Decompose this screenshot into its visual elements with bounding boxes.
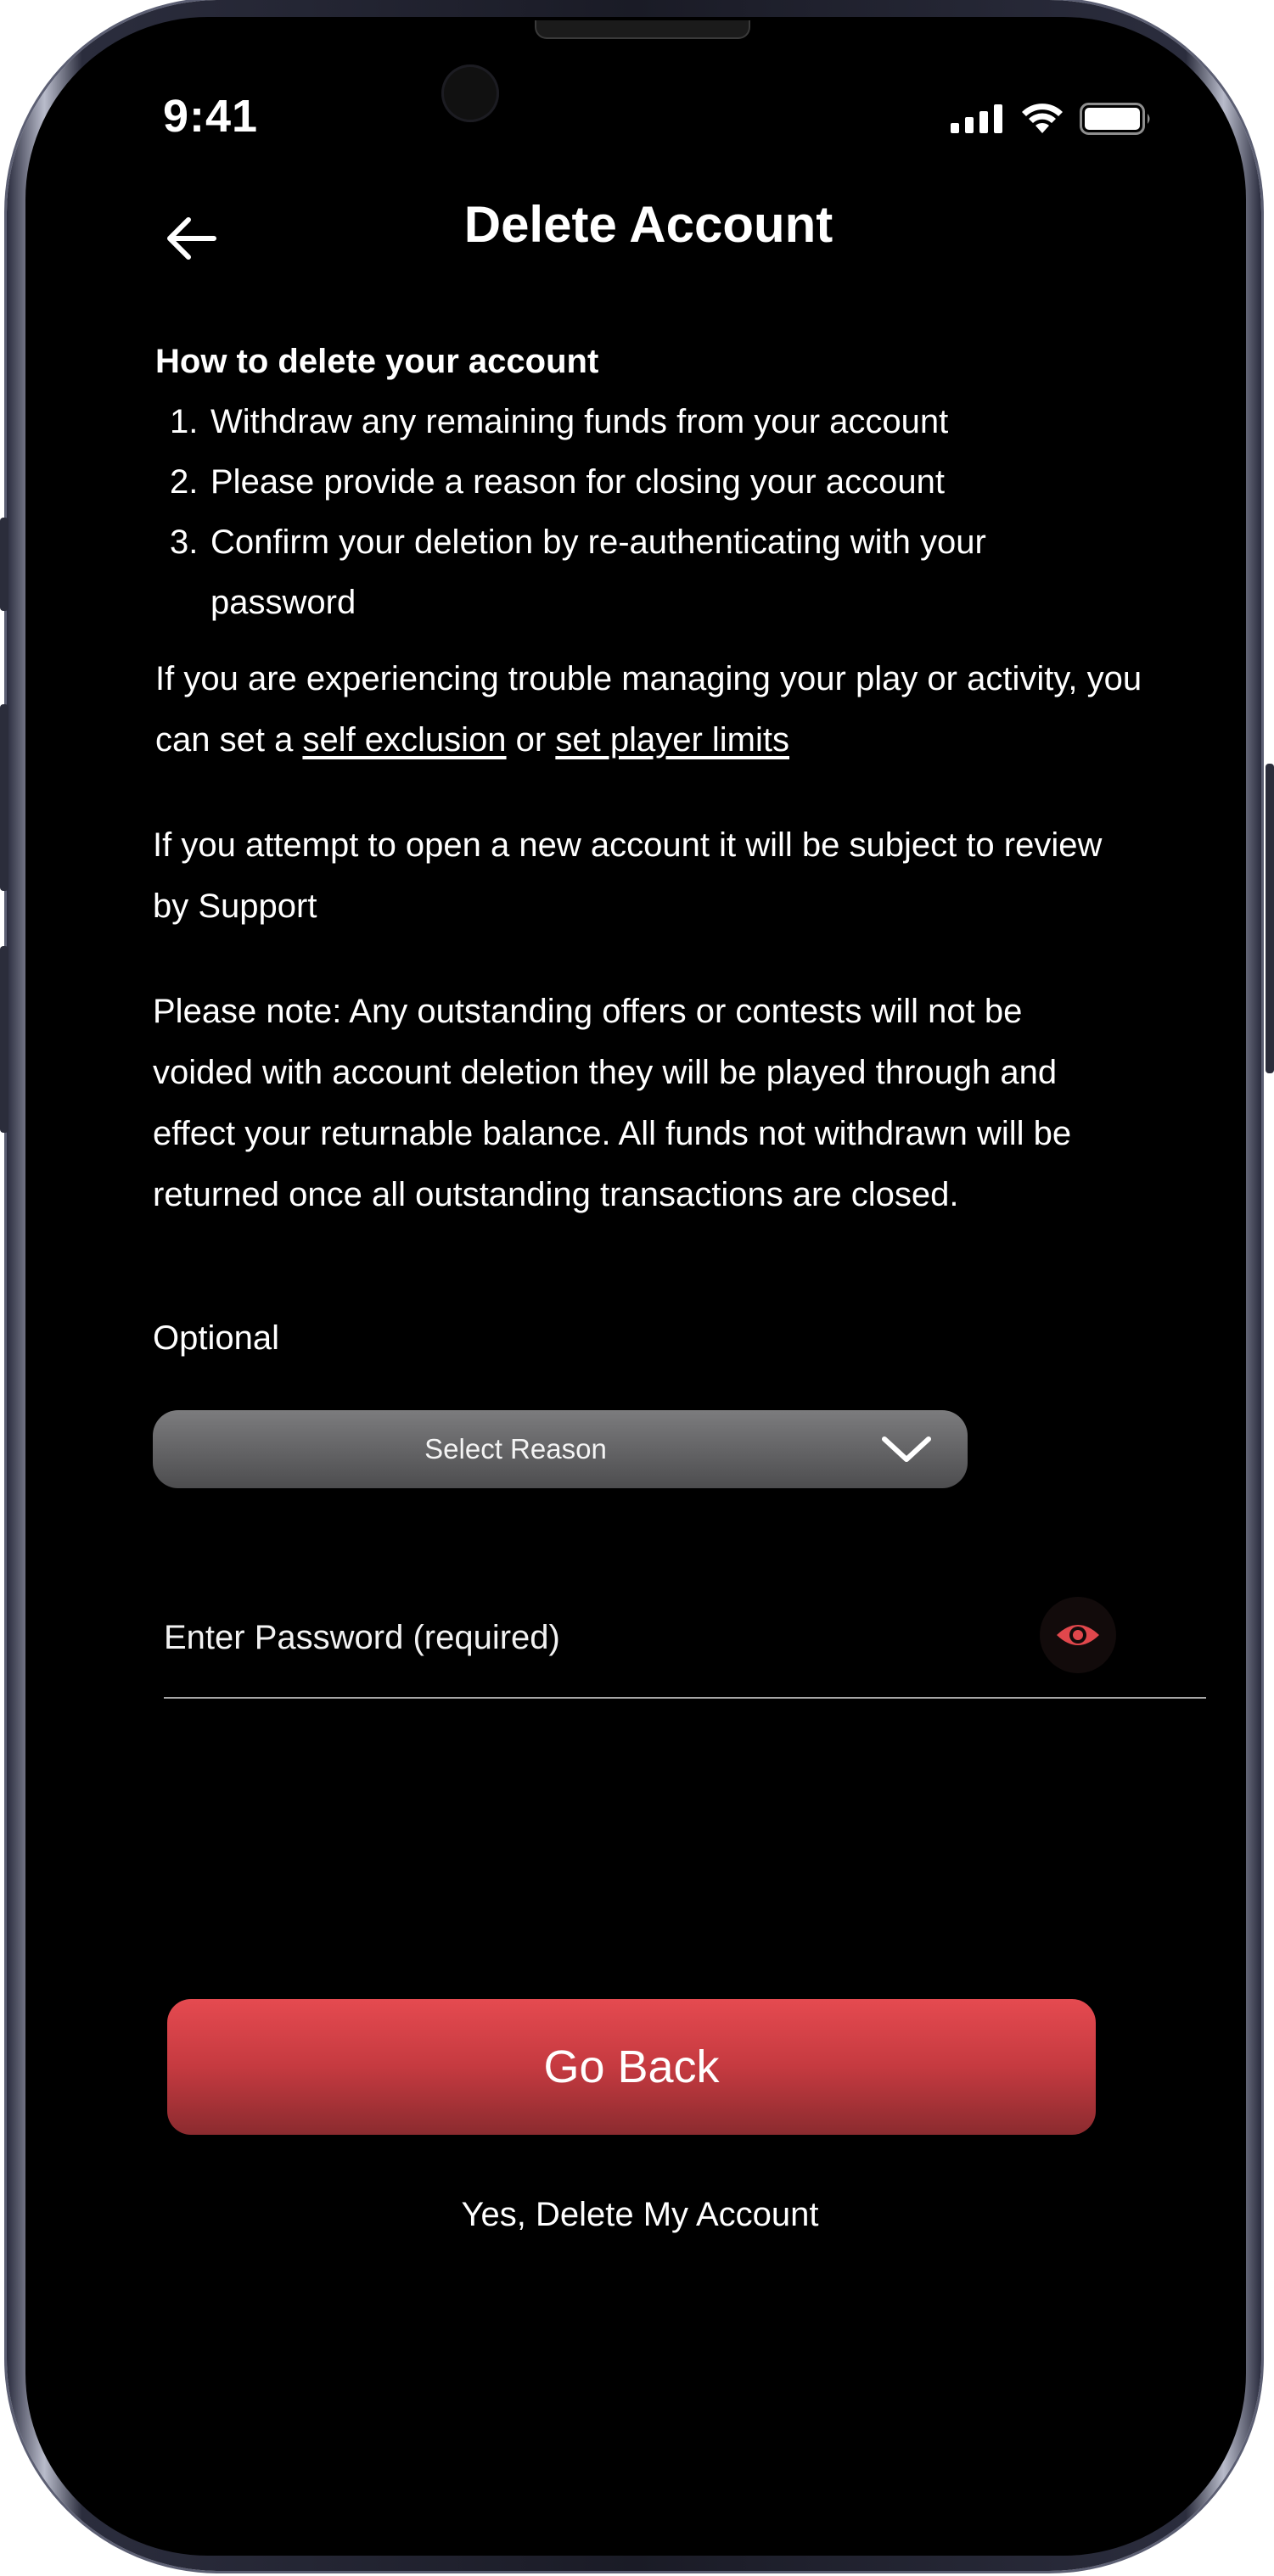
or-text: or	[506, 721, 556, 759]
review-note: If you attempt to open a new account it …	[153, 826, 1103, 925]
trouble-paragraph: If you are experiencing trouble managing…	[155, 648, 1165, 770]
page-title: Delete Account	[463, 196, 833, 253]
phone-screen: 9:41 Delete Account How to delete your a…	[25, 17, 1246, 2556]
side-button-left-3	[0, 946, 8, 1133]
status-time: 9:41	[163, 91, 259, 142]
reason-label: Optional	[153, 1319, 279, 1357]
front-camera	[441, 64, 499, 122]
eye-icon	[1057, 1625, 1099, 1645]
step-text: Confirm your deletion by re-authenticati…	[210, 524, 986, 621]
instructions-section: How to delete your account 1. Withdraw an…	[153, 331, 1171, 1225]
password-field	[164, 1595, 1206, 1699]
status-icons	[951, 100, 1153, 137]
battery-icon	[1080, 103, 1150, 135]
step-item: 2. Please provide a reason for closing yo…	[153, 452, 1171, 512]
speaker-grille	[535, 20, 750, 39]
step-item: 1. Withdraw any remaining funds from your…	[153, 392, 1171, 452]
steps-list: 1. Withdraw any remaining funds from your…	[153, 392, 1171, 633]
chevron-down-icon	[882, 1436, 931, 1462]
delete-account-link[interactable]: Yes, Delete My Account	[25, 2196, 1246, 2234]
step-text: Please provide a reason for closing your…	[210, 463, 945, 501]
side-button-right	[1266, 764, 1274, 1073]
password-input[interactable]	[164, 1595, 1080, 1680]
side-button-left-2	[0, 704, 8, 891]
self-exclusion-link[interactable]: self exclusion	[302, 721, 506, 759]
step-item: 3. Confirm your deletion by re-authentica…	[153, 512, 1171, 633]
reason-select[interactable]: Select Reason	[153, 1410, 968, 1488]
instructions-heading: How to delete your account	[155, 343, 599, 380]
wifi-icon	[1022, 104, 1063, 133]
step-number: 3.	[170, 524, 199, 561]
step-number: 2.	[170, 463, 199, 501]
player-limits-link[interactable]: set player limits	[555, 721, 789, 759]
side-button-left-1	[0, 518, 8, 611]
step-number: 1.	[170, 403, 199, 440]
please-note: Please note: Any outstanding offers or c…	[153, 993, 1072, 1213]
password-visibility-toggle[interactable]	[1040, 1597, 1116, 1673]
signal-icon	[951, 104, 1002, 133]
step-text: Withdraw any remaining funds from your a…	[210, 403, 949, 440]
reason-select-value: Select Reason	[424, 1433, 607, 1464]
go-back-button[interactable]: Go Back	[167, 1999, 1096, 2135]
